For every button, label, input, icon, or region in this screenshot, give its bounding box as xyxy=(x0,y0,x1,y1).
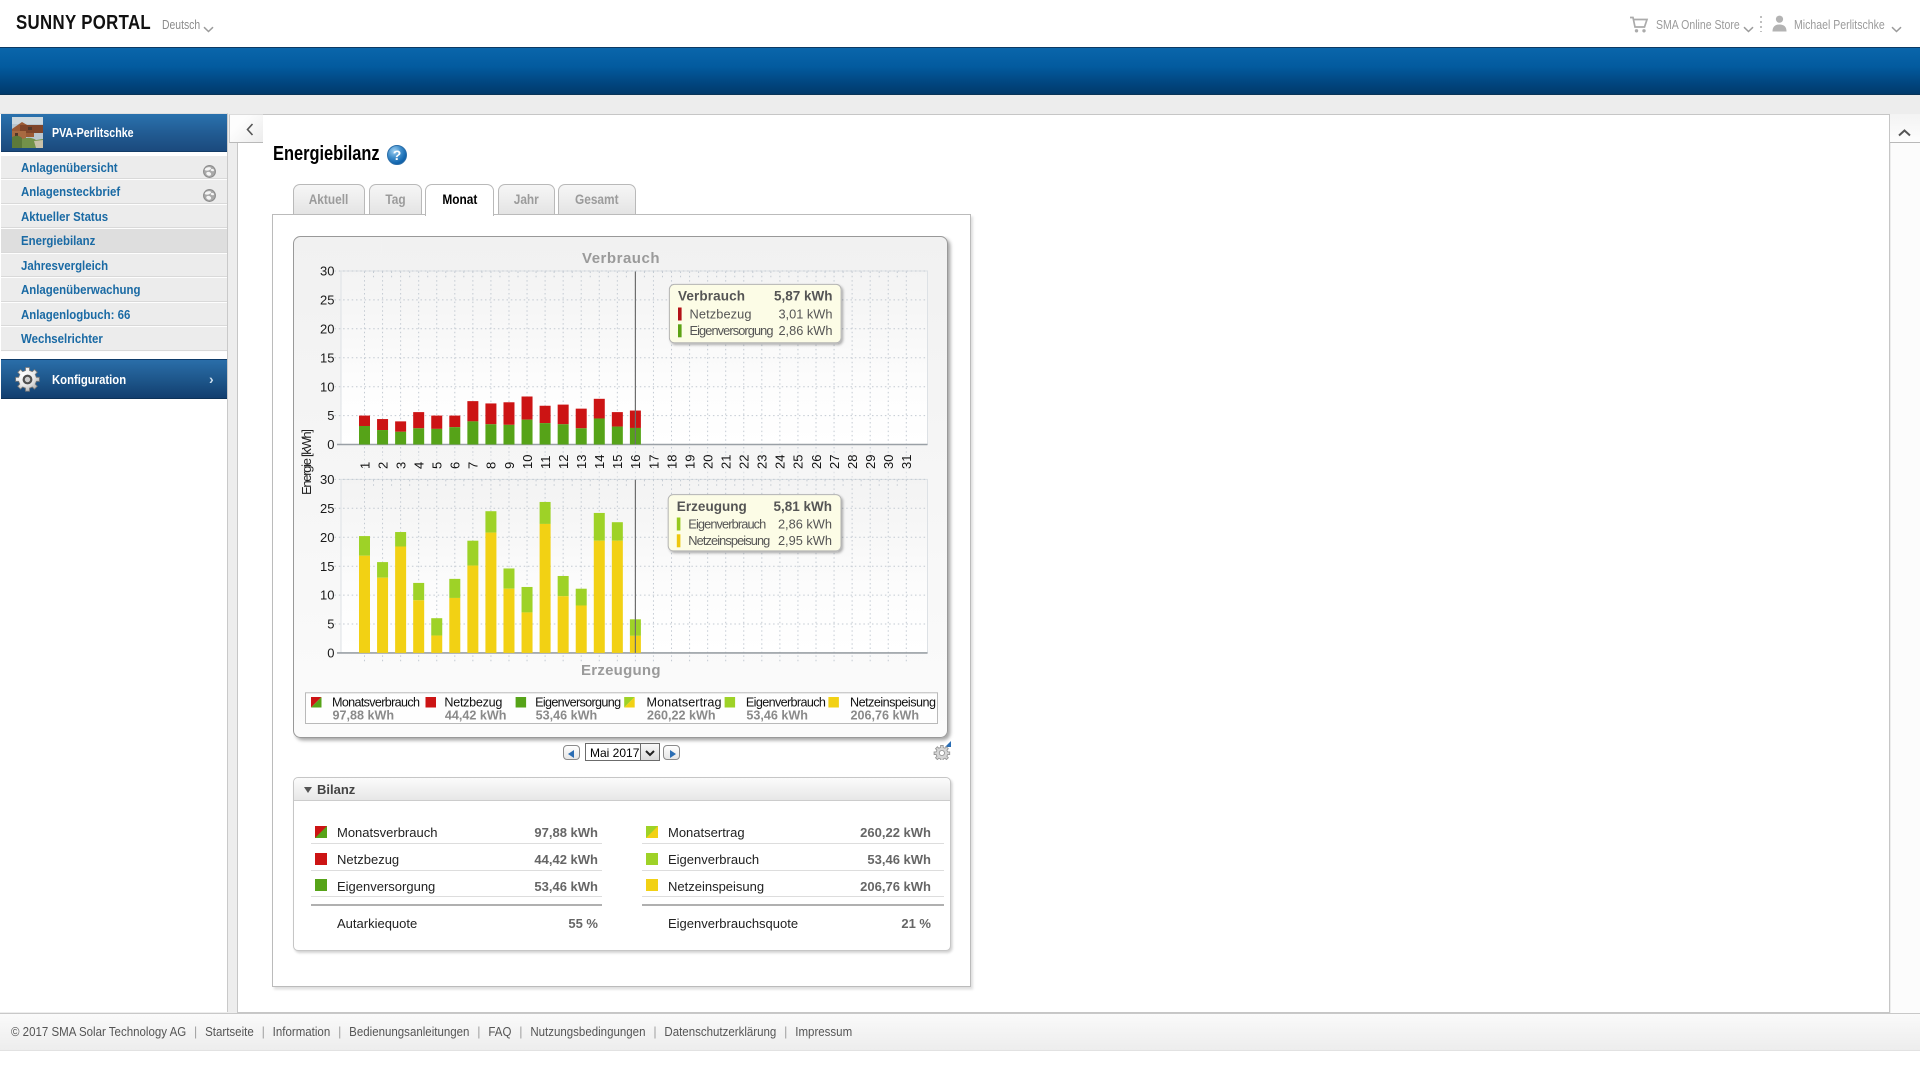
svg-text:Energie [kWh]: Energie [kWh] xyxy=(299,429,314,495)
svg-text:31: 31 xyxy=(899,455,914,469)
svg-text:15: 15 xyxy=(320,350,334,365)
svg-text:11: 11 xyxy=(538,456,553,470)
svg-text:53,46 kWh: 53,46 kWh xyxy=(536,709,598,723)
svg-text:25: 25 xyxy=(791,455,806,469)
svg-text:10: 10 xyxy=(520,455,535,469)
svg-text:26: 26 xyxy=(809,455,824,469)
svg-text:Eigenverbrauch: Eigenverbrauch xyxy=(688,516,766,531)
svg-text:Monatsverbrauch: Monatsverbrauch xyxy=(332,695,420,709)
svg-text:27: 27 xyxy=(827,455,842,469)
svg-text:22: 22 xyxy=(737,455,752,469)
svg-text:206,76 kWh: 206,76 kWh xyxy=(851,709,920,723)
svg-text:Eigenversorgung: Eigenversorgung xyxy=(535,695,621,709)
svg-text:Verbrauch: Verbrauch xyxy=(582,250,660,267)
svg-text:7: 7 xyxy=(466,462,481,469)
svg-text:15: 15 xyxy=(610,455,625,469)
svg-text:2,86 kWh: 2,86 kWh xyxy=(778,516,832,531)
svg-text:5: 5 xyxy=(327,617,334,632)
svg-text:20: 20 xyxy=(320,321,334,336)
svg-text:Eigenverbrauch: Eigenverbrauch xyxy=(746,695,826,709)
svg-text:12: 12 xyxy=(556,455,571,469)
svg-text:20: 20 xyxy=(320,530,334,545)
svg-text:25: 25 xyxy=(320,293,334,308)
svg-text:15: 15 xyxy=(320,559,334,574)
svg-text:29: 29 xyxy=(863,455,878,469)
svg-text:3,01 kWh: 3,01 kWh xyxy=(778,306,832,321)
svg-text:4: 4 xyxy=(411,462,426,469)
svg-text:6: 6 xyxy=(448,462,463,469)
svg-text:5: 5 xyxy=(430,462,445,469)
svg-text:21: 21 xyxy=(719,455,734,469)
svg-text:9: 9 xyxy=(502,462,517,469)
svg-text:17: 17 xyxy=(646,455,661,469)
svg-text:5: 5 xyxy=(327,408,334,423)
svg-text:5,87 kWh: 5,87 kWh xyxy=(774,289,833,304)
svg-text:2: 2 xyxy=(375,462,390,469)
svg-text:19: 19 xyxy=(682,455,697,469)
svg-text:28: 28 xyxy=(845,455,860,469)
svg-text:5,81 kWh: 5,81 kWh xyxy=(773,499,832,514)
svg-text:10: 10 xyxy=(320,588,334,603)
svg-text:Eigenversorgung: Eigenversorgung xyxy=(690,323,774,338)
svg-text:Netzbezug: Netzbezug xyxy=(690,306,752,321)
svg-text:Erzeugung: Erzeugung xyxy=(677,499,747,514)
svg-text:Netzeinspeisung: Netzeinspeisung xyxy=(850,695,936,709)
svg-text:0: 0 xyxy=(327,437,334,452)
svg-text:Verbrauch: Verbrauch xyxy=(678,289,745,304)
svg-text:Erzeugung: Erzeugung xyxy=(581,662,661,679)
svg-text:18: 18 xyxy=(664,455,679,469)
svg-text:24: 24 xyxy=(773,455,788,469)
svg-text:260,22 kWh: 260,22 kWh xyxy=(647,709,716,723)
svg-text:8: 8 xyxy=(484,462,499,469)
svg-text:25: 25 xyxy=(320,501,334,516)
svg-text:16: 16 xyxy=(628,455,643,469)
svg-text:97,88 kWh: 97,88 kWh xyxy=(333,709,395,723)
svg-text:53,46 kWh: 53,46 kWh xyxy=(746,709,808,723)
svg-text:1: 1 xyxy=(357,462,372,469)
svg-text:3: 3 xyxy=(393,462,408,469)
svg-text:10: 10 xyxy=(320,379,334,394)
svg-text:20: 20 xyxy=(700,455,715,469)
svg-text:13: 13 xyxy=(574,455,589,469)
svg-text:2,86 kWh: 2,86 kWh xyxy=(778,323,832,338)
svg-text:23: 23 xyxy=(755,455,770,469)
svg-text:Monatsertrag: Monatsertrag xyxy=(647,695,722,709)
svg-text:Netzbezug: Netzbezug xyxy=(444,695,502,709)
svg-text:2,95 kWh: 2,95 kWh xyxy=(778,533,832,548)
svg-text:14: 14 xyxy=(592,455,607,469)
svg-text:30: 30 xyxy=(320,472,334,487)
svg-text:30: 30 xyxy=(881,455,896,469)
svg-text:Netzeinspeisung: Netzeinspeisung xyxy=(688,533,770,548)
svg-text:0: 0 xyxy=(327,646,334,661)
svg-text:44,42 kWh: 44,42 kWh xyxy=(445,709,507,723)
svg-text:30: 30 xyxy=(320,264,334,279)
